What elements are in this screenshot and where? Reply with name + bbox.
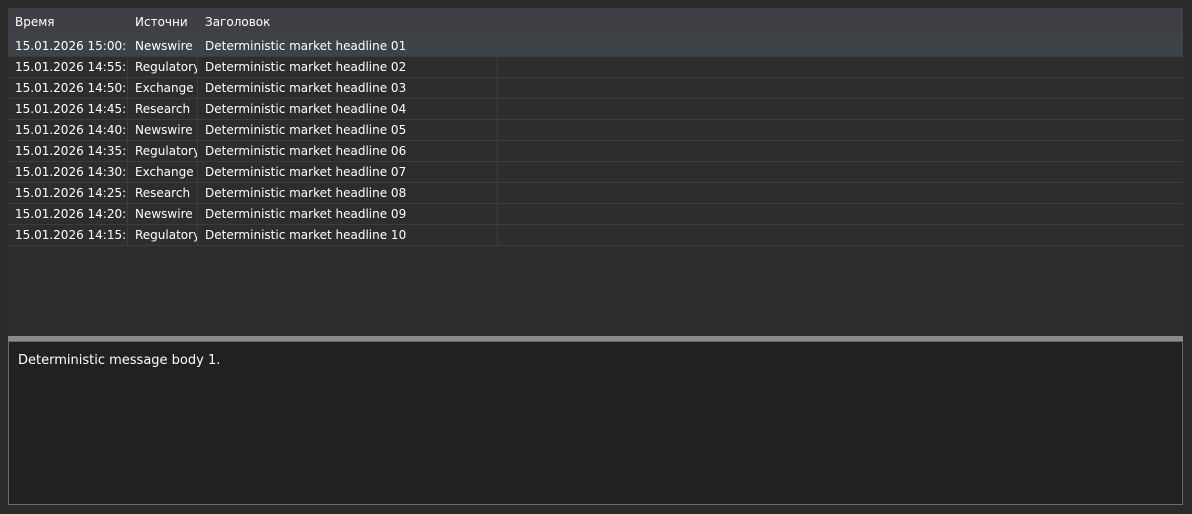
cell-time: 15.01.2026 14:20:00: [8, 204, 128, 224]
cell-source: Research: [128, 183, 198, 203]
cell-source: Regulatory: [128, 141, 198, 161]
cell-title: Deterministic market headline 09: [198, 204, 498, 224]
cell-source: Newswire: [128, 36, 198, 56]
cell-time: 15.01.2026 14:50:00: [8, 78, 128, 98]
cell-source: Research: [128, 99, 198, 119]
cell-source: Newswire: [128, 204, 198, 224]
table-row[interactable]: 15.01.2026 14:55:00RegulatoryDeterminist…: [8, 57, 1183, 78]
table-row[interactable]: 15.01.2026 14:20:00NewswireDeterministic…: [8, 204, 1183, 225]
cell-title: Deterministic market headline 04: [198, 99, 498, 119]
cell-time: 15.01.2026 14:35:00: [8, 141, 128, 161]
grid-header: Время Источни Заголовок: [8, 8, 1183, 36]
cell-source: Newswire: [128, 120, 198, 140]
table-row[interactable]: 15.01.2026 15:00:00NewswireDeterministic…: [8, 36, 1183, 57]
cell-time: 15.01.2026 14:25:00: [8, 183, 128, 203]
column-header-time[interactable]: Время: [8, 15, 128, 29]
cell-title: Deterministic market headline 02: [198, 57, 498, 77]
cell-time: 15.01.2026 14:40:00: [8, 120, 128, 140]
column-header-title[interactable]: Заголовок: [198, 15, 498, 29]
message-body-pane[interactable]: Deterministic message body 1.: [8, 341, 1183, 505]
cell-source: Regulatory: [128, 57, 198, 77]
cell-title: Deterministic market headline 07: [198, 162, 498, 182]
cell-time: 15.01.2026 15:00:00: [8, 36, 128, 56]
table-row[interactable]: 15.01.2026 14:35:00RegulatoryDeterminist…: [8, 141, 1183, 162]
cell-title: Deterministic market headline 05: [198, 120, 498, 140]
cell-title: Deterministic market headline 01: [198, 36, 498, 56]
table-row[interactable]: 15.01.2026 14:45:00ResearchDeterministic…: [8, 99, 1183, 120]
message-body-text: Deterministic message body 1.: [18, 353, 221, 368]
cell-time: 15.01.2026 14:30:00: [8, 162, 128, 182]
table-row[interactable]: 15.01.2026 14:30:00ExchangeDeterministic…: [8, 162, 1183, 183]
cell-title: Deterministic market headline 10: [198, 225, 498, 245]
table-row[interactable]: 15.01.2026 14:50:00ExchangeDeterministic…: [8, 78, 1183, 99]
cell-source: Exchange: [128, 162, 198, 182]
cell-source: Regulatory: [128, 225, 198, 245]
cell-title: Deterministic market headline 03: [198, 78, 498, 98]
table-row[interactable]: 15.01.2026 14:25:00ResearchDeterministic…: [8, 183, 1183, 204]
table-row[interactable]: 15.01.2026 14:15:00RegulatoryDeterminist…: [8, 225, 1183, 246]
table-row[interactable]: 15.01.2026 14:40:00NewswireDeterministic…: [8, 120, 1183, 141]
grid-body: 15.01.2026 15:00:00NewswireDeterministic…: [8, 36, 1183, 246]
cell-time: 15.01.2026 14:15:00: [8, 225, 128, 245]
cell-time: 15.01.2026 14:45:00: [8, 99, 128, 119]
cell-time: 15.01.2026 14:55:00: [8, 57, 128, 77]
column-header-source[interactable]: Источни: [128, 15, 198, 29]
cell-title: Deterministic market headline 08: [198, 183, 498, 203]
news-grid[interactable]: Время Источни Заголовок 15.01.2026 15:00…: [8, 8, 1183, 335]
cell-title: Deterministic market headline 06: [198, 141, 498, 161]
cell-source: Exchange: [128, 78, 198, 98]
